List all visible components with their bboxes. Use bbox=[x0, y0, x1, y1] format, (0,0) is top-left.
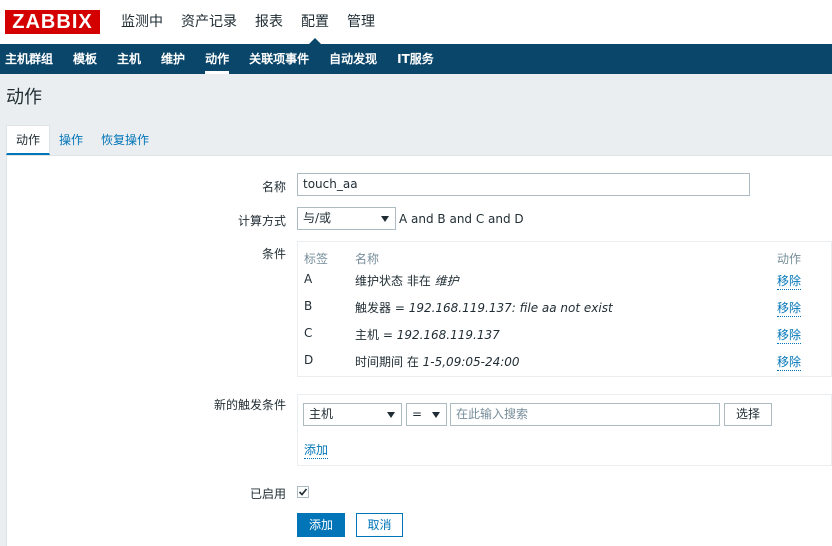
add-condition-link[interactable]: 添加 bbox=[304, 441, 329, 459]
tab-operations[interactable]: 操作 bbox=[50, 126, 92, 155]
condition-d-text: 时间期间 在 1-5,09:05-24:00 bbox=[355, 355, 520, 369]
condition-b-label: B bbox=[304, 299, 313, 313]
tab-recovery-operations[interactable]: 恢复操作 bbox=[92, 126, 158, 155]
conditions-header-label: 标签 bbox=[304, 252, 329, 266]
calc-label: 计算方式 bbox=[237, 214, 286, 228]
condition-b-text: 触发器 = 192.168.119.137: file aa not exist bbox=[355, 301, 613, 315]
condition-c-text: 主机 = 192.168.119.137 bbox=[355, 328, 500, 342]
condition-c-label: C bbox=[304, 326, 313, 340]
condition-d-remove[interactable]: 移除 bbox=[777, 353, 802, 371]
condition-d-label: D bbox=[304, 353, 314, 367]
condition-a-text: 维护状态 非在 维护 bbox=[355, 274, 459, 288]
select-button[interactable]: 选择 bbox=[724, 403, 772, 426]
new-condition-operator-select[interactable]: = bbox=[406, 403, 447, 426]
calc-select[interactable]: 与/或 bbox=[297, 207, 396, 230]
main-menu: 监测中 资产记录 报表 配置 管理 bbox=[112, 0, 384, 44]
submenu-host-groups[interactable]: 主机群组 bbox=[5, 44, 63, 74]
menu-monitoring[interactable]: 监测中 bbox=[112, 0, 172, 44]
menu-reports[interactable]: 报表 bbox=[246, 0, 292, 44]
tab-bar: 动作 操作 恢复操作 bbox=[6, 125, 832, 156]
chevron-down-icon bbox=[381, 216, 389, 222]
new-condition-type-select[interactable]: 主机 bbox=[303, 403, 402, 426]
conditions-header-name: 名称 bbox=[355, 252, 380, 266]
condition-a-remove[interactable]: 移除 bbox=[777, 272, 802, 290]
cancel-button[interactable]: 取消 bbox=[356, 513, 403, 537]
menu-configuration[interactable]: 配置 bbox=[292, 0, 338, 44]
calc-select-value: 与/或 bbox=[303, 211, 332, 225]
chevron-down-icon bbox=[432, 412, 440, 418]
new-condition-operator-value: = bbox=[412, 407, 423, 421]
tabs-container: 动作 操作 恢复操作 名称 touch_aa 计算方式 与/或 A and B … bbox=[6, 125, 832, 546]
submenu-actions[interactable]: 动作 bbox=[195, 44, 239, 74]
condition-b-remove[interactable]: 移除 bbox=[777, 299, 802, 317]
condition-c-remove[interactable]: 移除 bbox=[777, 326, 802, 344]
enabled-label: 已启用 bbox=[249, 487, 286, 501]
enabled-checkbox[interactable] bbox=[297, 486, 309, 498]
new-condition-type-value: 主机 bbox=[309, 407, 334, 421]
calc-formula: A and B and C and D bbox=[399, 212, 524, 226]
name-label: 名称 bbox=[261, 180, 286, 194]
submenu-templates[interactable]: 模板 bbox=[63, 44, 107, 74]
conditions-table: 标签 名称 动作 A 维护状态 非在 维护 移除 B 触发器 = 192.168… bbox=[297, 241, 832, 377]
submenu-discovery[interactable]: 自动发现 bbox=[319, 44, 387, 74]
new-condition-box: 主机 = 在此输入搜索 选择 添加 bbox=[297, 394, 832, 466]
name-input[interactable]: touch_aa bbox=[297, 173, 750, 196]
tab-action[interactable]: 动作 bbox=[6, 125, 51, 155]
page-title: 动作 bbox=[0, 74, 832, 122]
menu-inventory[interactable]: 资产记录 bbox=[172, 0, 246, 44]
new-condition-label: 新的触发条件 bbox=[213, 398, 286, 412]
condition-a-label: A bbox=[304, 272, 313, 286]
submenu-maintenance[interactable]: 维护 bbox=[151, 44, 195, 74]
conditions-label: 条件 bbox=[261, 247, 286, 261]
sub-menu: 主机群组 模板 主机 维护 动作 关联项事件 自动发现 IT服务 bbox=[0, 44, 832, 74]
search-input[interactable]: 在此输入搜索 bbox=[450, 403, 720, 426]
submenu-hosts[interactable]: 主机 bbox=[107, 44, 151, 74]
menu-administration[interactable]: 管理 bbox=[338, 0, 384, 44]
top-bar: ZABBIX 监测中 资产记录 报表 配置 管理 bbox=[0, 0, 832, 44]
add-button[interactable]: 添加 bbox=[297, 513, 345, 537]
submenu-event-correlation[interactable]: 关联项事件 bbox=[239, 44, 319, 74]
submenu-it-services[interactable]: IT服务 bbox=[387, 44, 444, 74]
chevron-down-icon bbox=[387, 412, 395, 418]
conditions-header-action: 动作 bbox=[777, 252, 802, 266]
form-panel: 名称 touch_aa 计算方式 与/或 A and B and C and D… bbox=[6, 156, 832, 546]
zabbix-logo[interactable]: ZABBIX bbox=[5, 10, 100, 34]
